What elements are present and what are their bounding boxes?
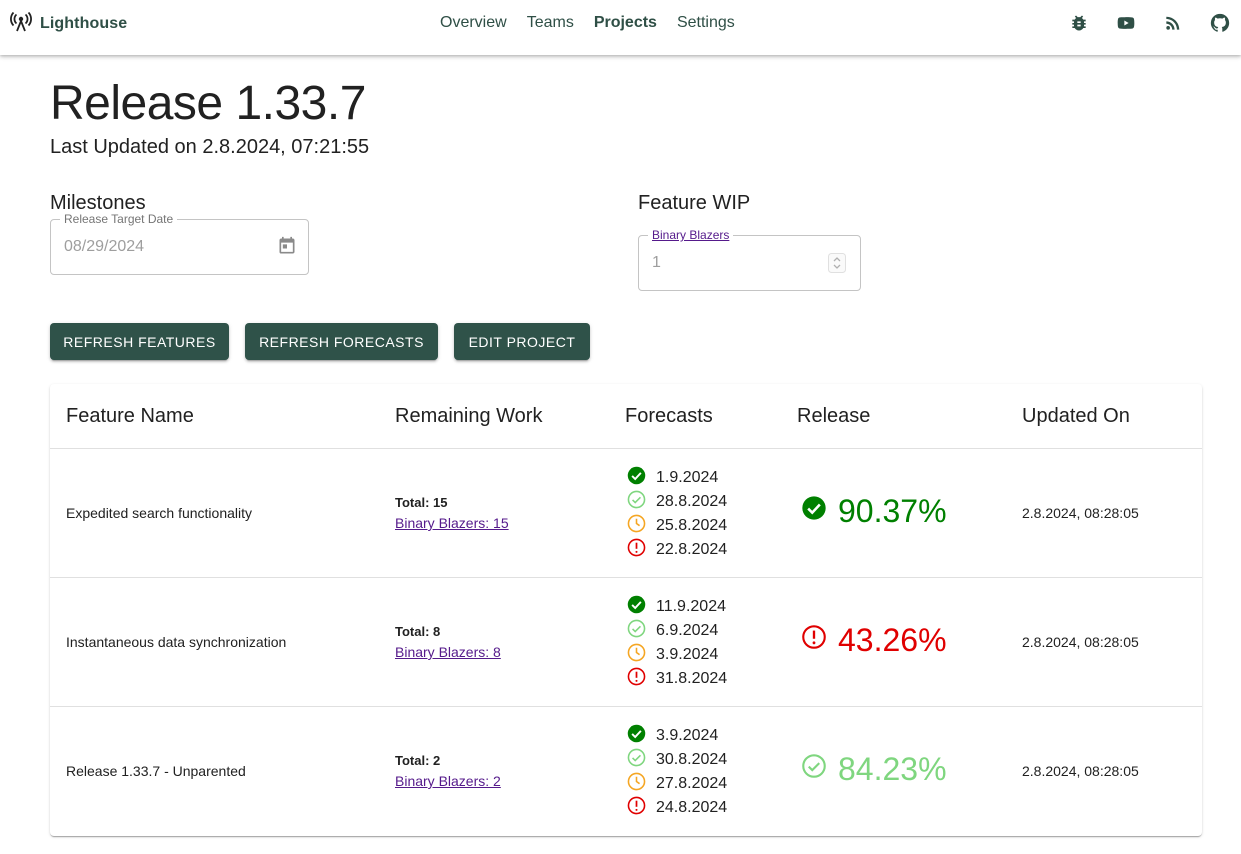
forecast-item: 31.8.2024 — [626, 667, 727, 691]
remaining-total: Total: 8 — [395, 624, 441, 639]
release-target-date-field[interactable]: Release Target Date 08/29/2024 — [50, 212, 309, 275]
forecast-item: 11.9.2024 — [626, 595, 727, 619]
forecast-item: 24.8.2024 — [626, 796, 727, 820]
likely-check-icon — [626, 618, 647, 644]
updated-on: 2.8.2024, 08:28:05 — [1022, 505, 1139, 521]
realistic-clock-icon — [626, 642, 647, 668]
table-row: Release 1.33.7 - Unparented Total: 2 Bin… — [50, 707, 1202, 836]
forecast-item: 1.9.2024 — [626, 466, 727, 490]
header-updated-on[interactable]: Updated On — [1022, 405, 1130, 428]
certain-check-icon — [626, 594, 647, 620]
updated-on: 2.8.2024, 08:28:05 — [1022, 763, 1139, 779]
bug-icon[interactable] — [1068, 12, 1090, 34]
forecast-item: 27.8.2024 — [626, 772, 727, 796]
forecast-date: 3.9.2024 — [656, 727, 719, 744]
nav-projects[interactable]: Projects — [594, 14, 657, 32]
team-remaining-link[interactable]: Binary Blazers: 2 — [395, 773, 501, 789]
forecast-item: 30.8.2024 — [626, 748, 727, 772]
last-updated: Last Updated on 2.8.2024, 07:21:55 — [50, 136, 370, 158]
certain-check-icon — [626, 465, 647, 491]
header-forecasts[interactable]: Forecasts — [625, 405, 713, 428]
forecast-date: 1.9.2024 — [656, 469, 719, 486]
nav-overview[interactable]: Overview — [440, 14, 507, 32]
app-bar: Lighthouse Overview Teams Projects Setti… — [0, 0, 1241, 55]
forecast-date: 24.8.2024 — [656, 799, 728, 816]
forecast-date: 6.9.2024 — [656, 622, 719, 639]
likely-check-icon — [800, 751, 828, 788]
certain-check-icon — [800, 493, 828, 530]
github-icon[interactable] — [1209, 12, 1231, 34]
feature-wip-field[interactable]: Binary Blazers 1 — [638, 228, 861, 291]
spinner-arrows-icon[interactable] — [828, 253, 846, 278]
risky-alert-icon — [800, 622, 828, 659]
header-release[interactable]: Release — [797, 405, 870, 428]
forecast-date: 28.8.2024 — [656, 493, 728, 510]
release-percentage: 90.37% — [838, 493, 947, 529]
feature-wip-team-link[interactable]: Binary Blazers — [648, 228, 734, 242]
certain-check-icon — [626, 723, 647, 749]
forecast-date: 11.9.2024 — [656, 598, 726, 615]
brand[interactable]: Lighthouse — [10, 11, 128, 37]
release-target-date-value[interactable]: 08/29/2024 — [64, 238, 144, 256]
table-row: Instantaneous data synchronization Total… — [50, 578, 1202, 707]
feature-wip-heading: Feature WIP — [638, 192, 751, 214]
youtube-icon[interactable] — [1115, 12, 1137, 34]
nav-teams[interactable]: Teams — [527, 14, 574, 32]
team-remaining-link[interactable]: Binary Blazers: 8 — [395, 644, 501, 660]
refresh-features-button[interactable]: REFRESH FEATURES — [50, 323, 229, 360]
lighthouse-antenna-icon — [10, 11, 32, 37]
likely-check-icon — [626, 747, 647, 773]
remaining-total: Total: 2 — [395, 753, 441, 768]
release-target-date-label: Release Target Date — [60, 212, 178, 226]
likely-check-icon — [626, 489, 647, 515]
forecast-list: 1.9.2024 28.8.2024 25.8.2024 22.8.2024 — [626, 466, 727, 562]
forecast-item: 25.8.2024 — [626, 514, 727, 538]
risky-alert-icon — [626, 795, 647, 821]
feature-wip-value[interactable]: 1 — [652, 254, 661, 272]
feature-name: Release 1.33.7 - Unparented — [66, 763, 246, 779]
forecast-date: 27.8.2024 — [656, 775, 728, 792]
edit-project-button[interactable]: EDIT PROJECT — [454, 323, 590, 360]
updated-on: 2.8.2024, 08:28:05 — [1022, 634, 1139, 650]
features-table: Feature Name Remaining Work Forecasts Re… — [50, 384, 1202, 836]
team-remaining-link[interactable]: Binary Blazers: 15 — [395, 515, 509, 531]
release-percentage: 43.26% — [838, 622, 947, 658]
forecast-item: 3.9.2024 — [626, 724, 727, 748]
risky-alert-icon — [626, 666, 647, 692]
page-title: Release 1.33.7 — [50, 77, 366, 130]
forecast-date: 30.8.2024 — [656, 751, 728, 768]
forecast-item: 6.9.2024 — [626, 619, 727, 643]
realistic-clock-icon — [626, 771, 647, 797]
remaining-total: Total: 15 — [395, 495, 448, 510]
header-icons — [1068, 12, 1231, 34]
release-likelihood: 90.37% — [800, 493, 947, 530]
header-feature-name[interactable]: Feature Name — [66, 405, 194, 428]
forecast-date: 22.8.2024 — [656, 541, 728, 558]
release-likelihood: 84.23% — [800, 751, 947, 788]
rss-icon[interactable] — [1162, 12, 1184, 34]
realistic-clock-icon — [626, 513, 647, 539]
main-nav: Overview Teams Projects Settings — [440, 14, 735, 32]
release-likelihood: 43.26% — [800, 622, 947, 659]
table-header: Feature Name Remaining Work Forecasts Re… — [50, 384, 1202, 449]
risky-alert-icon — [626, 537, 647, 563]
forecast-date: 31.8.2024 — [656, 670, 728, 687]
table-row: Expedited search functionality Total: 15… — [50, 449, 1202, 578]
nav-settings[interactable]: Settings — [677, 14, 735, 32]
release-percentage: 84.23% — [838, 751, 947, 787]
calendar-icon[interactable] — [277, 236, 297, 261]
refresh-forecasts-button[interactable]: REFRESH FORECASTS — [245, 323, 438, 360]
forecast-list: 3.9.2024 30.8.2024 27.8.2024 24.8.2024 — [626, 724, 727, 820]
feature-name: Expedited search functionality — [66, 505, 252, 521]
brand-name: Lighthouse — [40, 15, 128, 32]
forecast-list: 11.9.2024 6.9.2024 3.9.2024 31.8.2024 — [626, 595, 727, 691]
forecast-item: 22.8.2024 — [626, 538, 727, 562]
feature-name: Instantaneous data synchronization — [66, 634, 287, 650]
header-remaining-work[interactable]: Remaining Work — [395, 405, 542, 428]
forecast-date: 3.9.2024 — [656, 646, 719, 663]
forecast-item: 28.8.2024 — [626, 490, 727, 514]
forecast-item: 3.9.2024 — [626, 643, 727, 667]
forecast-date: 25.8.2024 — [656, 517, 728, 534]
